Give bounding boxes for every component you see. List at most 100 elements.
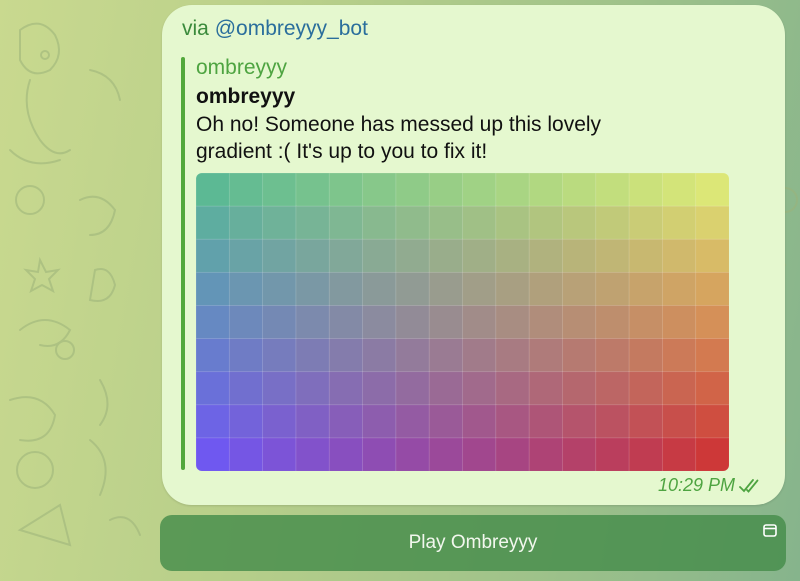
gradient-tile [462,238,497,274]
game-description: Oh no! Someone has messed up this lovely… [196,113,602,163]
gradient-tile [395,238,430,274]
gradient-tile [695,205,729,240]
bot-username-link[interactable]: @ombreyyy_bot [215,17,368,40]
gradient-tile [196,205,231,240]
gradient-tile [495,238,530,274]
gradient-tile [695,437,729,471]
gradient-tile [262,437,297,471]
gradient-tile [295,205,330,240]
gradient-tile [495,305,530,340]
gradient-tile [528,338,564,373]
gradient-tile [428,238,464,274]
gradient-tile [695,238,729,274]
gradient-tile [562,371,597,406]
gradient-tile [362,173,397,207]
gradient-tile [228,238,264,274]
gradient-tile [262,371,297,406]
gradient-tile [695,404,729,439]
gradient-tile [295,271,330,307]
gradient-tile [428,205,464,240]
gradient-tile [262,338,297,373]
double-check-icon [739,479,763,498]
gradient-tile [562,338,597,373]
gradient-tile [196,404,231,439]
gradient-tile [528,271,564,307]
gradient-tile [595,437,630,471]
gradient-tile [328,238,364,274]
gradient-tile [495,437,530,471]
gradient-tile [628,205,664,240]
gradient-tile [362,205,397,240]
gradient-tile [628,437,664,471]
message-timestamp: 10:29 PM [657,475,735,495]
gradient-tile [595,305,630,340]
gradient-tile [462,271,497,307]
gradient-tile [628,173,664,207]
gradient-tile [362,338,397,373]
gradient-tile [428,338,464,373]
gradient-tile [295,437,330,471]
gradient-tile [262,271,297,307]
gradient-tile [362,238,397,274]
gradient-tile [328,338,364,373]
gradient-tile [262,404,297,439]
gradient-tile [695,305,729,340]
game-sender-name: ombreyyy [196,56,288,79]
gradient-tile [695,371,729,406]
gradient-tile [462,437,497,471]
gradient-tile [295,173,330,207]
gradient-tile [395,173,430,207]
gradient-tile [528,404,564,439]
game-preview-accent-bar [181,57,185,470]
gradient-tile [495,205,530,240]
gradient-tile [495,271,530,307]
gradient-tile [395,371,430,406]
gradient-tile [462,404,497,439]
gradient-tile [628,338,664,373]
gradient-tile [628,371,664,406]
game-message-bubble[interactable]: via @ombreyyy_bot ombreyyy ombreyyy Oh n… [162,5,785,505]
gradient-tile [562,305,597,340]
gradient-tile [595,371,630,406]
gradient-tile [395,205,430,240]
gradient-tile [295,305,330,340]
gradient-tile [562,173,597,207]
gradient-tile [528,437,564,471]
gradient-tile [228,173,264,207]
gradient-tile [395,271,430,307]
play-button-label: Play Ombreyyy [408,532,538,553]
gradient-tile [362,404,397,439]
gradient-tile [395,437,430,471]
gradient-tile [462,305,497,340]
gradient-tile [595,271,630,307]
gradient-tile [661,205,697,240]
gradient-tile [661,305,697,340]
gradient-tile [562,404,597,439]
gradient-tile [562,271,597,307]
gradient-tile [196,371,231,406]
gradient-tile [528,205,564,240]
gradient-tile [328,371,364,406]
gradient-tile [228,305,264,340]
gradient-tile [295,371,330,406]
gradient-tile [661,271,697,307]
gradient-tile [628,305,664,340]
gradient-tile [462,371,497,406]
gradient-tile [428,305,464,340]
gradient-tile [661,404,697,439]
gradient-tile [695,271,729,307]
gradient-tile [528,238,564,274]
gradient-tile [228,205,264,240]
gradient-tile [628,238,664,274]
play-game-button[interactable]: Play Ombreyyy [160,515,786,571]
game-preview-image[interactable] [196,173,729,471]
gradient-tile [595,173,630,207]
gradient-tile [362,305,397,340]
gradient-tile [295,404,330,439]
gradient-tile [196,238,231,274]
gradient-tile [328,205,364,240]
gradient-tile [462,173,497,207]
gradient-tile [196,173,231,207]
gradient-tile [295,338,330,373]
gradient-tile [595,404,630,439]
